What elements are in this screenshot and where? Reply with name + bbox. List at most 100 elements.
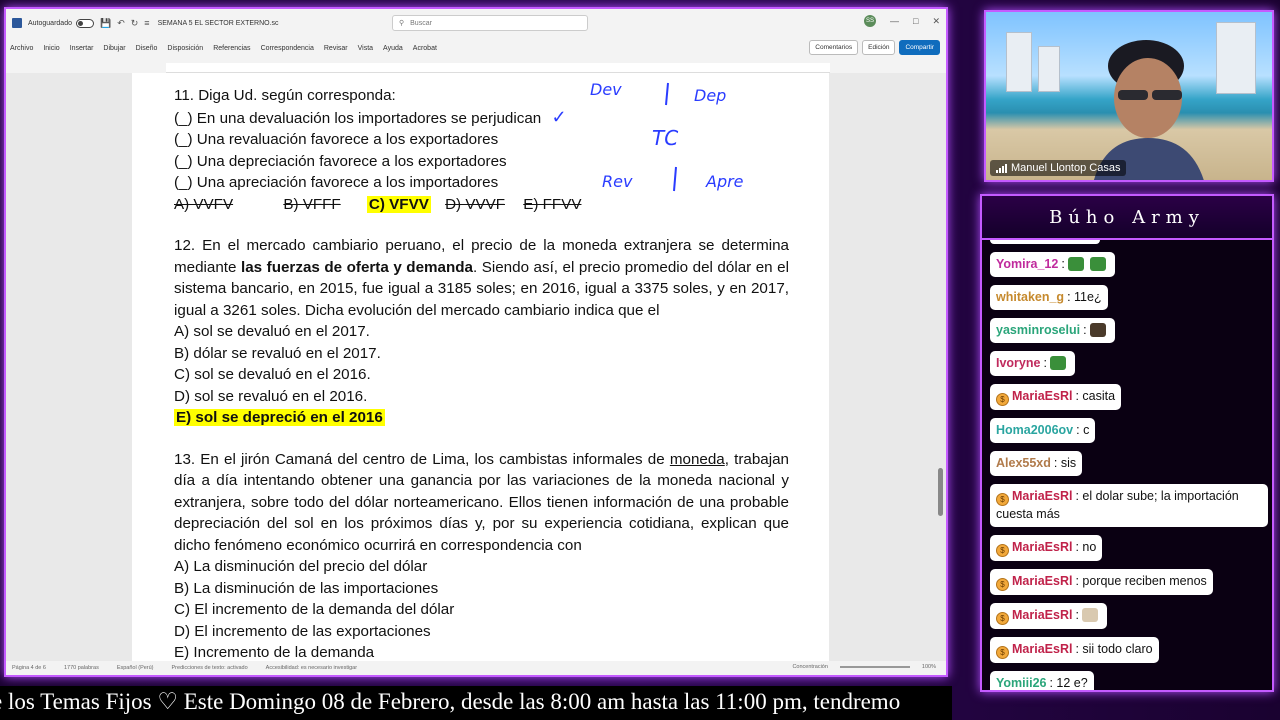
chat-username[interactable]: Alex55xd (996, 456, 1051, 470)
ink-dep: Dep (694, 86, 726, 105)
q12-option: D) sol se revaluó en el 2016. (174, 387, 368, 405)
maximize-icon[interactable]: □ (913, 16, 918, 26)
tab-acrobat[interactable]: Acrobat (413, 45, 437, 52)
tab-inicio[interactable]: Inicio (43, 45, 59, 52)
chat-username[interactable]: yasminroselui (996, 323, 1080, 337)
chat-message: $ MariaEsRl: no (990, 535, 1103, 561)
chat-title: Búho Army (982, 196, 1272, 240)
title-bar: Autoguardado 💾 ↶ ↻ ≡ SEMANA 5 EL SECTOR … (6, 9, 946, 37)
background-building (1216, 22, 1256, 94)
q13-option: C) El incremento de la demanda del dólar (174, 601, 455, 618)
chat-emote-icon (1067, 257, 1084, 271)
ink-annotations: Dev Dep TC Rev Apre (586, 77, 786, 207)
chat-message: Alex55xd: sis (990, 451, 1083, 476)
q12-option: C) sol se devaluó en el 2016. (174, 366, 371, 383)
q12-option: B) dólar se revaluó en el 2017. (174, 344, 381, 362)
search-placeholder: Buscar (410, 19, 432, 27)
chat-text: : casita (1075, 389, 1116, 403)
tab-ayuda[interactable]: Ayuda (383, 45, 403, 52)
q12-paragraph: 12. En el mercado cambiario peruano, el … (174, 237, 789, 319)
chat-username[interactable]: MariaEsRl (1012, 574, 1072, 588)
chat-username[interactable]: MariaEsRl (1012, 489, 1072, 503)
chat-messages[interactable]: Yomira_12: whitaken_g: 11e¿ yasminroselui:… (990, 240, 1272, 690)
q12-answer: E) sol se depreció en el 2016 (174, 409, 385, 426)
undo-icon[interactable]: ↶ (117, 18, 125, 29)
chat-message: $ MariaEsRl: casita (990, 384, 1122, 410)
avatar[interactable]: SS (864, 15, 877, 27)
chat-username[interactable]: Ivoryne (996, 356, 1040, 370)
minimize-icon[interactable]: — (890, 16, 899, 26)
subscriber-badge-icon: $ (996, 493, 1009, 506)
autosave-toggle[interactable] (75, 18, 94, 28)
tab-correspondencia[interactable]: Correspondencia (261, 45, 314, 52)
autosave-label: Autoguardado (28, 19, 72, 27)
ink-apre: Apre (705, 172, 744, 191)
chat-emote-icon (1089, 323, 1106, 337)
close-icon[interactable]: ✕ (932, 16, 940, 27)
chat-text: : sis (1053, 456, 1077, 470)
news-ticker: e los Temas Fijos ♡ Este Domingo 08 de F… (0, 686, 952, 720)
redo-icon[interactable]: ↻ (131, 18, 139, 29)
chat-text: : 11e¿ (1067, 290, 1102, 304)
chat-message: yasminroselui: (990, 318, 1115, 343)
ticker-text: e los Temas Fijos ♡ Este Domingo 08 de F… (0, 689, 901, 714)
chat-text: : (1061, 257, 1065, 271)
option-d: D) VVVF (445, 195, 505, 213)
q13-option: B) La disminución de las importaciones (174, 579, 439, 597)
editing-button[interactable]: Edición (862, 40, 896, 55)
chat-username[interactable]: MariaEsRl (1012, 642, 1072, 656)
word-window: Autoguardado 💾 ↶ ↻ ≡ SEMANA 5 EL SECTOR … (4, 7, 948, 677)
chat-text: : 12 e? (1049, 676, 1088, 690)
subscriber-badge-icon: $ (996, 578, 1009, 591)
chat-username[interactable]: whitaken_g (996, 290, 1064, 304)
tab-diseno[interactable]: Diseño (136, 45, 158, 52)
chat-emote-icon (1081, 608, 1098, 622)
status-page[interactable]: Página 4 de 6 (12, 665, 46, 671)
subscriber-badge-icon: $ (996, 646, 1009, 659)
horizontal-ruler[interactable] (166, 63, 830, 73)
focus-mode[interactable]: Concentración (792, 664, 827, 670)
background-building (1006, 32, 1032, 92)
tab-revisar[interactable]: Revisar (324, 45, 348, 52)
chat-message: $ MariaEsRl: (990, 603, 1107, 629)
chat-text: : porque reciben menos (1075, 574, 1207, 588)
chat-username[interactable]: Yomira_12 (996, 257, 1058, 271)
ink-tc: TC (652, 126, 678, 150)
comments-button[interactable]: Comentarios (809, 40, 859, 55)
status-predictions[interactable]: Predicciones de texto: activado (172, 665, 248, 671)
search-icon: ⚲ (399, 20, 405, 27)
chat-username[interactable]: Homa2006ov (996, 423, 1073, 437)
chat-message: whitaken_g: 11e¿ (990, 285, 1108, 310)
chat-message: Yomiii26: 12 e? (990, 671, 1094, 690)
chat-username[interactable]: MariaEsRl (1012, 389, 1072, 403)
chat-message: $ MariaEsRl: el dolar sube; la importació… (990, 484, 1268, 527)
option-a: A) VVFV (174, 195, 234, 213)
chat-emote-icon (1049, 356, 1066, 370)
ink-rev: Rev (602, 172, 633, 191)
document-title[interactable]: SEMANA 5 EL SECTOR EXTERNO.sc (158, 20, 279, 27)
chat-message: Homa2006ov: c (990, 418, 1096, 443)
status-language[interactable]: Español (Perú) (117, 665, 154, 671)
chat-text: : sii todo claro (1075, 642, 1153, 656)
chat-username[interactable]: MariaEsRl (1012, 608, 1072, 622)
status-words[interactable]: 1770 palabras (64, 665, 99, 671)
vertical-scrollbar[interactable] (938, 468, 943, 516)
save-icon[interactable]: 💾 (100, 18, 111, 29)
q13-option: D) El incremento de las exportaciones (174, 622, 431, 640)
zoom-slider[interactable] (839, 666, 910, 668)
search-box[interactable]: ⚲ Buscar (392, 15, 588, 31)
tab-referencias[interactable]: Referencias (213, 45, 250, 52)
tab-insertar[interactable]: Insertar (70, 45, 94, 52)
customize-toolbar-icon[interactable]: ≡ (144, 18, 149, 28)
presenter-name: Manuel Llontop Casas (1011, 162, 1121, 174)
share-button[interactable]: Compartir (899, 40, 940, 55)
tab-archivo[interactable]: Archivo (10, 45, 33, 52)
chat-username[interactable]: MariaEsRl (1012, 540, 1072, 554)
chat-message: Ivoryne: (990, 351, 1075, 376)
tab-dibujar[interactable]: Dibujar (103, 45, 125, 52)
tab-disposicion[interactable]: Disposición (167, 45, 203, 52)
status-accessibility[interactable]: Accesibilidad: es necesario investigar (266, 665, 357, 671)
chat-username[interactable]: Yomiii26 (996, 676, 1046, 690)
zoom-level[interactable]: 100% (922, 664, 936, 670)
tab-vista[interactable]: Vista (358, 45, 373, 52)
